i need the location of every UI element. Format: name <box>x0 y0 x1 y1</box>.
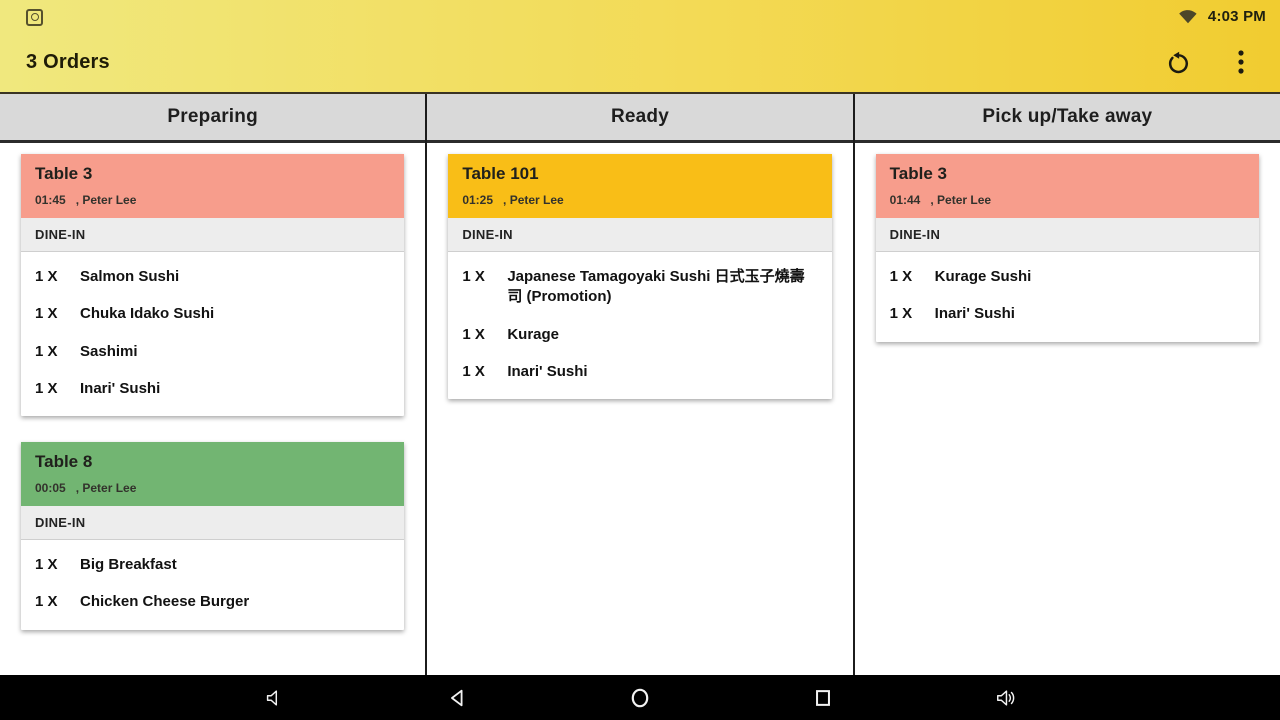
item-quantity-label: 1 X <box>35 268 58 285</box>
elapsed-time-label: 01:45 <box>35 193 66 207</box>
order-card-header: Table 101 01:25 , Peter Lee <box>448 154 832 218</box>
order-meta: 01:25 , Peter Lee <box>462 193 817 207</box>
order-type-badge: DINE-IN <box>448 218 832 252</box>
order-item-row: 1 X Kurage Sushi <box>876 257 1259 294</box>
order-type-badge: DINE-IN <box>875 218 1259 252</box>
home-button[interactable] <box>620 677 661 718</box>
order-card-header: Table 3 01:44 , Peter Lee <box>875 154 1259 218</box>
order-card-header: Table 8 00:05 , Peter Lee <box>21 442 405 506</box>
item-name-label: Kurage <box>507 325 560 343</box>
table-label: Table 3 <box>889 164 947 183</box>
order-item-row: 1 X Chuka Idako Sushi <box>21 294 404 331</box>
column-body-ready: Table 101 01:25 , Peter Lee DINE-IN 1 X Japan… <box>427 143 852 675</box>
order-item-row: 1 X Inari' Sushi <box>21 369 404 406</box>
order-item-row: 1 X Salmon Sushi <box>21 257 404 294</box>
wifi-icon <box>1179 10 1197 24</box>
item-name-label: Big Breakfast <box>80 556 177 573</box>
order-meta: 00:05 , Peter Lee <box>35 481 390 495</box>
item-name-label: Japanese Tamagoyaki Sushi 日式玉子燒壽司 (Promo… <box>507 268 805 306</box>
order-card[interactable]: Table 3 01:45 , Peter Lee DINE-IN 1 X Salmon … <box>21 154 405 416</box>
android-nav-bar <box>0 675 1280 720</box>
order-item-row: 1 X Chicken Cheese Burger <box>21 582 404 619</box>
column-body-preparing: Table 3 01:45 , Peter Lee DINE-IN 1 X Salmon … <box>0 143 425 675</box>
back-icon <box>451 689 463 706</box>
customer-label: , Peter Lee <box>75 193 137 207</box>
item-quantity-label: 1 X <box>462 325 485 343</box>
kitchen-display-screen: 4:03 PM 3 Orders Preparing Table 3 01:45… <box>0 0 1280 720</box>
order-item-row: 1 X Inari' Sushi <box>448 352 831 389</box>
notification-icon <box>26 8 43 26</box>
order-meta: 01:45 , Peter Lee <box>35 193 390 207</box>
item-name-label: Kurage Sushi <box>934 268 1032 285</box>
column-header-ready: Ready <box>427 94 853 143</box>
customer-label: , Peter Lee <box>75 481 137 495</box>
order-items-list: 1 X Salmon Sushi 1 X Chuka Idako Sushi 1 X Sa… <box>21 252 404 416</box>
table-label: Table 101 <box>462 164 539 183</box>
recents-icon <box>816 689 830 706</box>
app-bar: 3 Orders <box>0 32 1280 92</box>
order-type-badge: DINE-IN <box>21 506 405 540</box>
item-quantity-label: 1 X <box>35 379 58 397</box>
item-quantity-label: 1 X <box>35 305 58 323</box>
page-title: 3 Orders <box>26 50 110 73</box>
order-items-list: 1 X Kurage Sushi 1 X Inari' Sushi <box>876 252 1259 342</box>
overflow-menu-button[interactable] <box>1226 47 1256 77</box>
column-pickup-takeaway: Pick up/Take away Table 3 01:44 , Peter Le… <box>852 94 1280 675</box>
item-name-label: Inari' Sushi <box>934 305 1015 323</box>
item-name-label: Sashimi <box>80 342 138 360</box>
back-button[interactable] <box>437 677 478 718</box>
clock-label: 4:03 PM <box>1207 7 1266 25</box>
item-name-label: Chuka Idako Sushi <box>80 305 215 323</box>
refresh-icon <box>1168 51 1188 73</box>
order-card[interactable]: Table 8 00:05 , Peter Lee DINE-IN 1 X Big Bre… <box>21 442 405 630</box>
item-name-label: Inari' Sushi <box>507 362 588 380</box>
order-items-list: 1 X Big Breakfast 1 X Chicken Cheese Burger <box>21 540 404 630</box>
elapsed-time-label: 01:44 <box>889 193 921 207</box>
order-card[interactable]: Table 101 01:25 , Peter Lee DINE-IN 1 X Japan… <box>448 154 832 399</box>
item-name-label: Chicken Cheese Burger <box>80 593 250 611</box>
order-item-row: 1 X Kurage <box>448 315 831 352</box>
column-ready: Ready Table 101 01:25 , Peter Lee DINE-IN 1 … <box>425 94 853 675</box>
home-icon <box>631 688 649 707</box>
order-item-row: 1 X Inari' Sushi <box>876 294 1259 331</box>
item-name-label: Salmon Sushi <box>80 268 180 285</box>
top-bar: 4:03 PM 3 Orders <box>0 0 1280 94</box>
elapsed-time-label: 01:25 <box>462 193 494 207</box>
order-item-row: 1 X Big Breakfast <box>21 545 404 582</box>
order-item-row: 1 X Japanese Tamagoyaki Sushi 日式玉子燒壽司 (Pr… <box>448 257 831 315</box>
customer-label: , Peter Lee <box>503 193 564 207</box>
order-type-badge: DINE-IN <box>21 218 405 252</box>
item-quantity-label: 1 X <box>35 342 58 360</box>
recents-button[interactable] <box>803 677 844 718</box>
volume-down-button[interactable] <box>254 677 295 718</box>
item-quantity-label: 1 X <box>889 268 913 285</box>
overflow-menu-icon <box>1238 50 1244 74</box>
item-quantity-label: 1 X <box>462 362 485 380</box>
column-header-preparing: Preparing <box>0 94 426 143</box>
volume-up-icon <box>997 689 1015 706</box>
item-name-label: Inari' Sushi <box>80 379 161 397</box>
item-quantity-label: 1 X <box>35 593 58 611</box>
order-items-list: 1 X Japanese Tamagoyaki Sushi 日式玉子燒壽司 (Pr… <box>448 252 831 399</box>
volume-down-icon <box>266 689 278 706</box>
order-card[interactable]: Table 3 01:44 , Peter Lee DINE-IN 1 X Kurage … <box>875 154 1259 342</box>
order-meta: 01:44 , Peter Lee <box>890 193 1245 207</box>
item-quantity-label: 1 X <box>889 305 913 323</box>
order-board: Preparing Table 3 01:45 , Peter Lee DINE-IN… <box>0 94 1280 675</box>
column-preparing: Preparing Table 3 01:45 , Peter Lee DINE-IN… <box>0 94 426 675</box>
order-item-row: 1 X Sashimi <box>21 332 404 369</box>
refresh-button[interactable] <box>1162 47 1192 77</box>
table-label: Table 8 <box>35 452 93 471</box>
status-bar: 4:03 PM <box>0 0 1280 32</box>
item-quantity-label: 1 X <box>462 268 485 285</box>
column-header-pickup-takeaway: Pick up/Take away <box>854 94 1280 143</box>
elapsed-time-label: 00:05 <box>35 481 66 495</box>
order-card-header: Table 3 01:45 , Peter Lee <box>21 154 405 218</box>
item-quantity-label: 1 X <box>35 556 58 573</box>
volume-up-button[interactable] <box>986 677 1027 718</box>
table-label: Table 3 <box>35 164 93 183</box>
customer-label: , Peter Lee <box>930 193 992 207</box>
column-body-pickup-takeaway: Table 3 01:44 , Peter Lee DINE-IN 1 X Kurage … <box>855 143 1280 675</box>
